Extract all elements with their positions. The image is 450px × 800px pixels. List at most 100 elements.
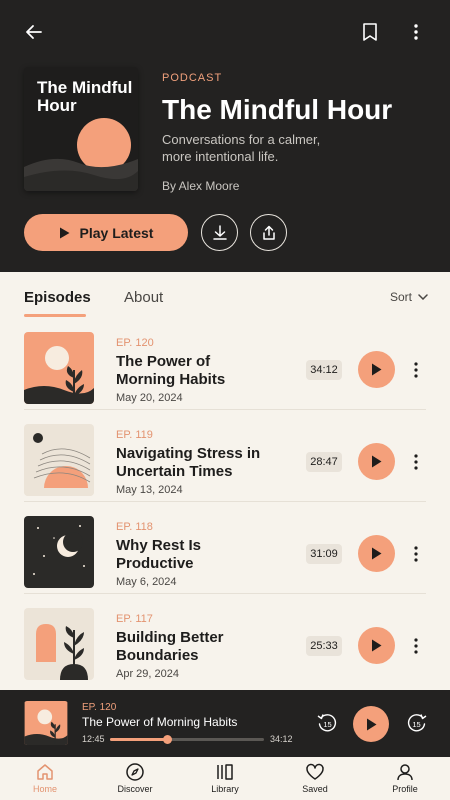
episode-title: Building Better Boundaries [116, 629, 224, 664]
bottom-navigation: Home Discover Library Saved Profile [0, 757, 450, 800]
more-options-button[interactable] [400, 16, 432, 48]
more-vertical-icon [414, 454, 418, 470]
episode-title: Why Rest Is Productive [116, 537, 202, 572]
podcast-description: Conversations for a calmer, more intenti… [162, 132, 321, 164]
episode-duration: 28:47 [306, 452, 342, 472]
play-icon [366, 718, 376, 730]
play-icon [59, 227, 70, 238]
episode-more-button[interactable] [408, 358, 424, 382]
play-icon [372, 639, 382, 652]
waves-illustration-icon [24, 424, 94, 496]
tab-about[interactable]: About [124, 289, 163, 306]
more-vertical-icon [414, 546, 418, 562]
home-icon [37, 764, 53, 780]
nav-item-discover[interactable]: Discover [90, 757, 180, 800]
episode-more-button[interactable] [408, 542, 424, 566]
nav-item-profile[interactable]: Profile [360, 757, 450, 800]
sort-dropdown[interactable]: Sort [390, 290, 428, 304]
episode-number: EP. 118 [116, 521, 153, 533]
episode-play-button[interactable] [358, 443, 395, 480]
episode-number: EP. 119 [116, 429, 153, 441]
share-button[interactable] [250, 214, 287, 251]
episode-more-button[interactable] [408, 450, 424, 474]
podcast-cover-art: The Mindful Hour [24, 67, 138, 191]
tab-episodes[interactable]: Episodes [24, 289, 91, 306]
nav-label: Profile [392, 784, 418, 794]
episode-art [24, 516, 94, 588]
download-button[interactable] [201, 214, 238, 251]
mini-play-button[interactable] [353, 706, 389, 742]
plant-illustration-icon [24, 608, 94, 680]
episode-date: May 6, 2024 [116, 576, 177, 588]
compass-icon [126, 763, 144, 781]
mini-player[interactable]: EP. 120 The Power of Morning Habits 12:4… [0, 690, 450, 757]
bookmark-icon [363, 23, 377, 41]
nav-label: Library [211, 784, 239, 794]
nav-item-library[interactable]: Library [180, 757, 270, 800]
content-tabs: Episodes About Sort [0, 272, 450, 318]
svg-text:15: 15 [323, 720, 331, 729]
bookmark-button[interactable] [354, 16, 386, 48]
episode-row[interactable]: EP. 120 The Power of Morning Habits May … [0, 318, 450, 410]
back-button[interactable] [18, 16, 50, 48]
top-bar [18, 16, 432, 48]
arrow-left-icon [26, 25, 42, 39]
episode-duration: 25:33 [306, 636, 342, 656]
now-playing-title: The Power of Morning Habits [82, 715, 238, 729]
sort-label: Sort [389, 290, 412, 304]
episode-duration: 34:12 [306, 360, 342, 380]
more-vertical-icon [414, 638, 418, 654]
episode-date: Apr 29, 2024 [116, 668, 179, 680]
more-vertical-icon [414, 362, 418, 378]
elapsed-time: 12:45 [82, 734, 105, 744]
episode-play-button[interactable] [358, 535, 395, 572]
play-latest-button[interactable]: Play Latest [24, 214, 188, 251]
leaf-illustration-icon [24, 332, 94, 404]
progress-fill [110, 738, 167, 741]
active-tab-indicator [24, 314, 86, 317]
play-latest-label: Play Latest [79, 224, 154, 241]
now-playing-episode-number: EP. 120 [82, 702, 117, 713]
more-vertical-icon [414, 24, 418, 40]
episode-play-button[interactable] [358, 627, 395, 664]
nav-item-saved[interactable]: Saved [270, 757, 360, 800]
chevron-down-icon [418, 294, 428, 300]
progress-slider[interactable] [110, 735, 264, 744]
library-icon [217, 764, 233, 780]
episode-art [24, 608, 94, 680]
total-time: 34:12 [270, 734, 293, 744]
episode-row[interactable]: EP. 117 Building Better Boundaries Apr 2… [0, 594, 450, 686]
episode-number: EP. 120 [116, 337, 154, 349]
episode-number: EP. 117 [116, 613, 153, 625]
podcast-header: The Mindful Hour PODCAST The Mindful Hou… [0, 0, 450, 272]
download-icon [212, 224, 227, 240]
episode-title: Navigating Stress in Uncertain Times [116, 445, 261, 480]
nav-item-home[interactable]: Home [0, 757, 90, 800]
episode-play-button[interactable] [358, 351, 395, 388]
rewind-15-icon: 15 [317, 714, 337, 732]
forward-15-icon: 15 [407, 714, 427, 732]
nav-label: Saved [302, 784, 328, 794]
episode-row[interactable]: EP. 119 Navigating Stress in Uncertain T… [0, 410, 450, 502]
episode-duration: 31:09 [306, 544, 342, 564]
progress-thumb[interactable] [162, 735, 172, 744]
user-icon [397, 764, 413, 781]
moon-illustration-icon [24, 516, 94, 588]
skip-forward-button[interactable]: 15 [404, 710, 430, 736]
nav-label: Home [32, 784, 57, 794]
episode-art [24, 332, 94, 404]
nav-label: Discover [117, 784, 153, 794]
episode-date: May 13, 2024 [116, 484, 183, 496]
skip-back-button[interactable]: 15 [314, 710, 340, 736]
episode-row[interactable]: EP. 118 Why Rest Is Productive May 6, 20… [0, 502, 450, 594]
episode-art [24, 424, 94, 496]
podcast-kicker: PODCAST [162, 72, 223, 84]
now-playing-art [24, 701, 68, 745]
podcast-author: By Alex Moore [162, 179, 240, 193]
heart-icon [306, 763, 324, 780]
play-icon [372, 363, 382, 376]
episode-more-button[interactable] [408, 634, 424, 658]
episode-title: The Power of Morning Habits [116, 353, 226, 388]
share-icon [262, 225, 275, 240]
cover-title: The Mindful Hour [37, 78, 133, 115]
